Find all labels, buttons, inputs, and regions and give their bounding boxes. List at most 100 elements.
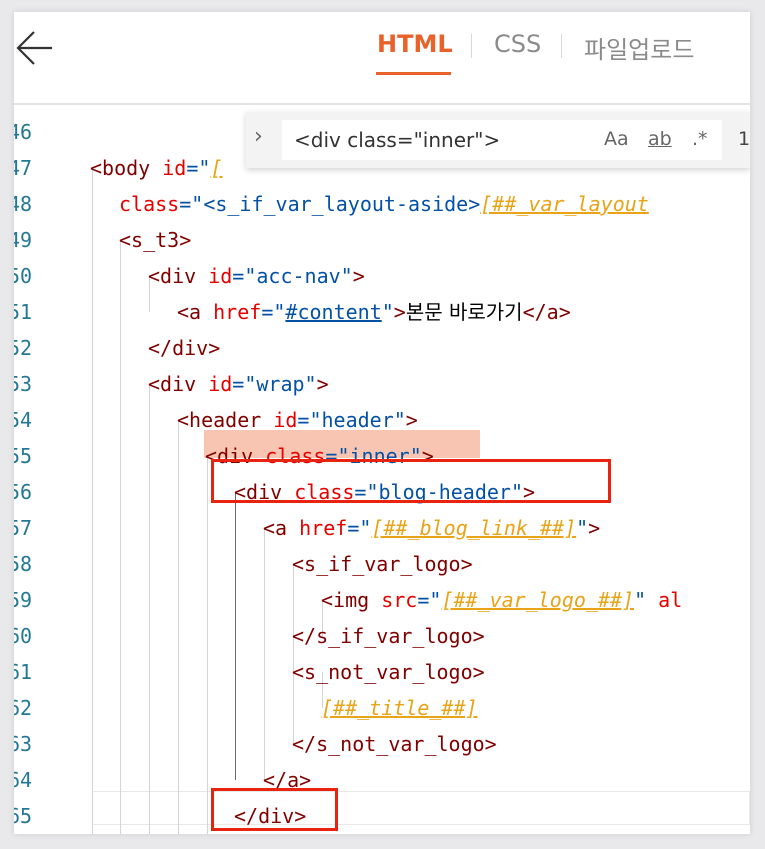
code-token: > [393,300,406,324]
code-token: > [588,516,601,540]
code-token: " [634,588,647,612]
code-token: 본문 바로가기 [405,300,523,324]
tab-separator [471,34,472,58]
code-token: <img [321,588,370,612]
line-number: 65 [14,804,33,828]
code-token: [##_var_logo_##] [441,588,635,612]
code-token: > [405,408,418,432]
line-number: 54 [14,408,33,432]
code-line-57: <a href="[##_blog_link_##]"> [263,510,600,546]
code-token: </s_if_var_logo> [292,624,485,648]
line-number: 47 [14,156,33,180]
tab-css[interactable]: CSS [494,30,541,58]
code-token: <body [90,156,151,180]
line-number: 50 [14,264,33,288]
indent-guide-active [235,492,236,780]
code-token: <s_if_var_layout-aside> [203,192,481,216]
code-token: [##_var_layout [480,192,649,216]
line-number: 48 [14,192,33,216]
code-token: =" [347,516,372,540]
code-line-63: </s_not_var_logo> [292,726,497,762]
code-token: <div [148,372,197,396]
code-token: =" [417,588,442,612]
match-case-toggle[interactable]: Aa [604,128,629,150]
code-token: al [646,588,683,612]
code-token: [ [210,156,223,180]
code-token: id [196,264,233,288]
line-number: 49 [14,228,33,252]
indent-guide [120,240,121,834]
code-token: <a [177,300,202,324]
annotation-box-close-div [211,788,338,831]
code-token: </s_not_var_logo> [292,732,497,756]
code-token: </div> [148,336,221,360]
code-token: </a> [522,300,571,324]
code-token-link[interactable]: #content [285,300,381,324]
code-token: ="wrap" [232,372,317,396]
indent-guide [264,528,265,780]
code-token: ="acc-nav" [232,264,353,288]
tab-file-upload[interactable]: 파일업로드 [584,30,694,65]
back-arrow-icon[interactable] [16,28,54,68]
tab-separator [561,34,562,58]
indent-guide [178,420,179,834]
code-token: class [119,192,180,216]
top-bar: HTML CSS 파일업로드 [14,12,750,104]
indent-guide [92,168,93,834]
line-number: 58 [14,552,33,576]
indent-guide [149,384,150,834]
code-line-60: </s_if_var_logo> [292,618,485,654]
line-number: 52 [14,336,33,360]
code-token: > [316,372,329,396]
code-token: " [381,300,394,324]
code-line-62: [##_title_##] [321,690,478,726]
code-token: <s_if_var_logo> [292,552,473,576]
active-tab-indicator [376,72,451,75]
annotation-box-open-div [211,459,611,503]
line-number: 55 [14,444,33,468]
line-number: 60 [14,624,33,648]
current-line-indicator [92,791,750,825]
code-line-47: <body id="[ [90,150,222,186]
code-token: <a [263,516,288,540]
code-line-59: <img src="[##_var_logo_##]" al [321,582,682,618]
code-line-49: <s_t3> [119,222,191,258]
code-token: <header [177,408,262,432]
code-token: <div [148,264,197,288]
match-count: 1 [738,128,750,150]
code-line-58: <s_if_var_logo> [292,546,473,582]
code-line-51: <a href="#content">본문 바로가기</a> [177,294,571,330]
code-token: href [287,516,348,540]
chevron-right-icon[interactable]: › [254,124,263,149]
code-token: <s_t3> [119,228,192,252]
editor-window: HTML CSS 파일업로드 46 47 48 49 50 51 52 53 5… [14,12,750,834]
line-number: 61 [14,660,33,684]
whole-word-toggle[interactable]: ab [648,128,672,150]
code-token: <s_not_var_logo> [292,660,485,684]
code-token: ="header" [297,408,406,432]
line-number: 62 [14,696,33,720]
code-line-53: <div id="wrap"> [148,366,329,402]
code-line-50: <div id="acc-nav"> [148,258,365,294]
line-number: 57 [14,516,33,540]
code-editor[interactable]: 46 47 48 49 50 51 52 53 54 55 56 57 58 5… [14,105,750,834]
regex-toggle[interactable]: .* [692,128,708,150]
code-token: =" [261,300,286,324]
indent-guide [207,456,208,834]
code-token: id [261,408,298,432]
code-token: =" [186,156,211,180]
code-line-52: </div> [148,330,220,366]
code-token: href [201,300,262,324]
code-token: " [576,516,589,540]
find-widget: › Aa ab .* 1 [246,112,750,168]
code-line-48: class="<s_if_var_layout-aside>[##_var_la… [119,186,649,222]
line-number: 59 [14,588,33,612]
line-number: 53 [14,372,33,396]
code-token: [##_blog_link_##] [371,516,577,540]
tab-html[interactable]: HTML [377,30,453,58]
line-number: 51 [14,300,33,324]
code-line-54: <header id="header"> [177,402,418,438]
line-number-gutter: 46 47 48 49 50 51 52 53 54 55 56 57 58 5… [14,105,44,834]
code-line-61: <s_not_var_logo> [292,654,485,690]
code-token: src [369,588,418,612]
